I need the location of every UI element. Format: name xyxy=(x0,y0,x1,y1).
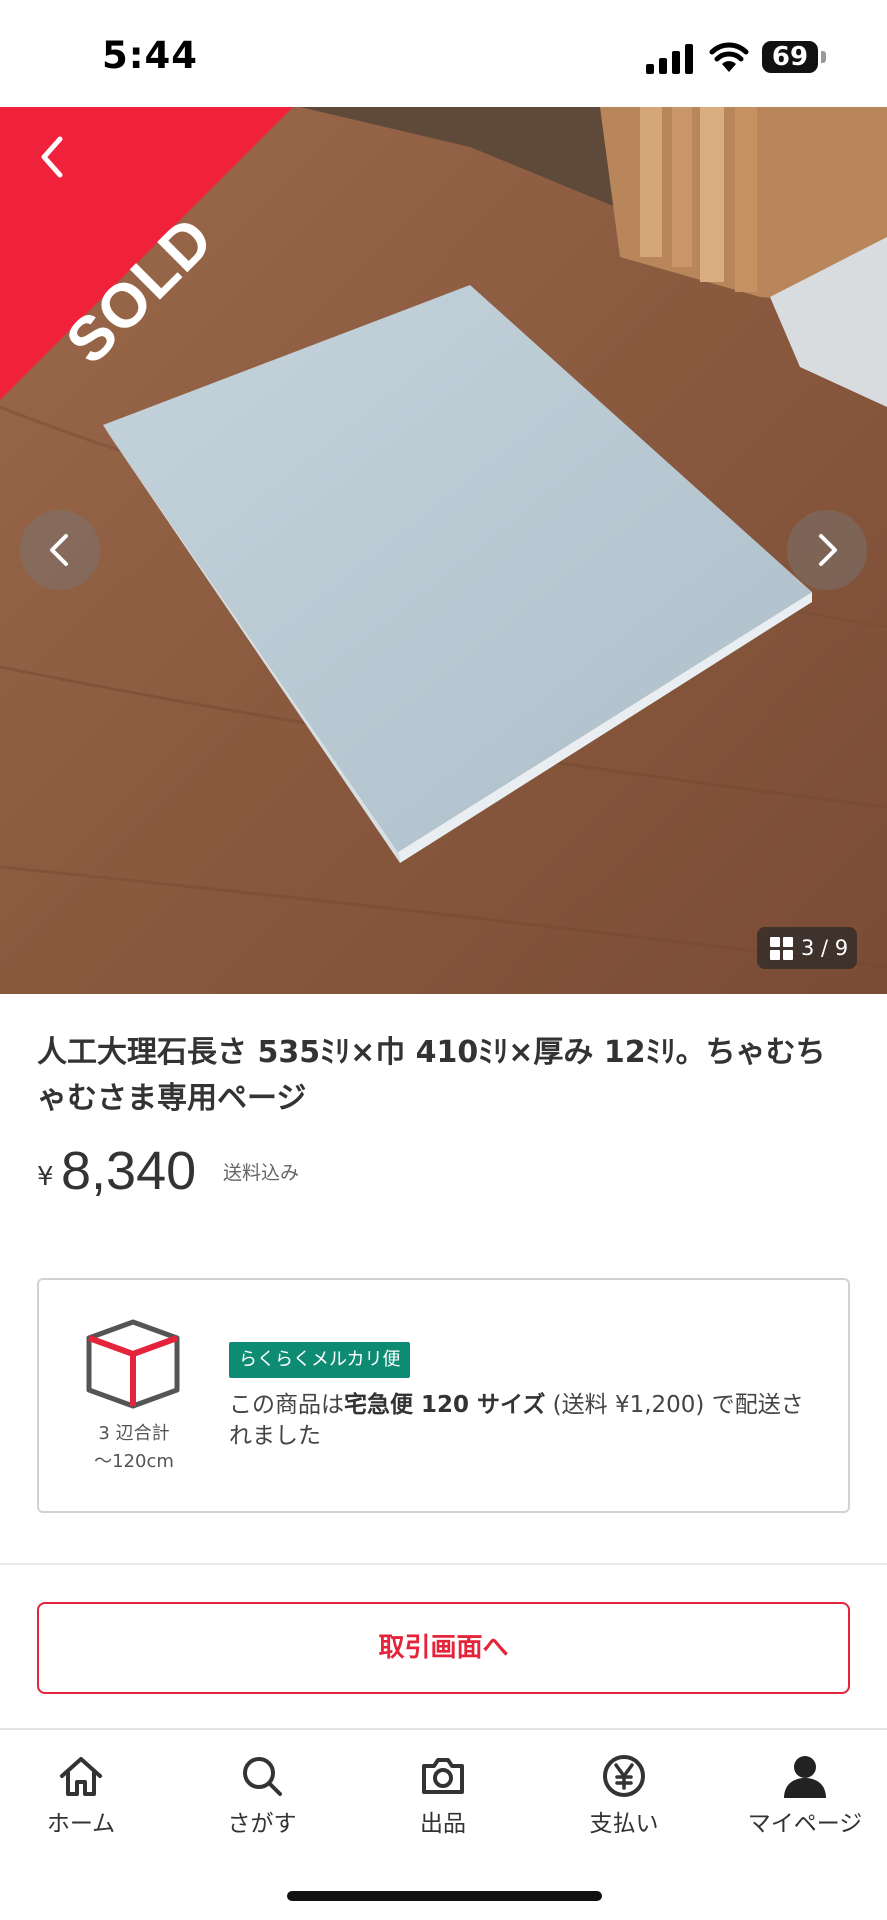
tab-payment[interactable]: 支払い xyxy=(539,1744,709,1854)
home-icon xyxy=(60,1757,102,1796)
item-title: 人工大理石長さ 535ﾐﾘ×巾 410ﾐﾘ×厚み 12ﾐﾘ。ちゃむちゃむさま専用… xyxy=(37,1035,826,1116)
status-time: 5:44 xyxy=(102,34,199,77)
search-icon xyxy=(243,1757,282,1796)
home-indicator xyxy=(287,1891,602,1901)
previous-image-button[interactable] xyxy=(20,510,100,590)
cellular-signal-icon xyxy=(646,44,693,74)
product-image-carousel[interactable]: SOLD 3 / 9 xyxy=(0,107,887,994)
back-button[interactable] xyxy=(22,129,82,189)
box-icon xyxy=(86,1319,180,1409)
next-image-button[interactable] xyxy=(787,510,867,590)
shipping-description: この商品は宅急便 120 サイズ (送料 ¥1,200) で配送されました xyxy=(229,1390,819,1452)
item-price: 8,340 xyxy=(61,1141,197,1201)
tab-mypage[interactable]: マイページ xyxy=(720,1744,887,1854)
image-counter-text: 3 / 9 xyxy=(801,936,849,960)
tab-sell-label: 出品 xyxy=(420,1811,466,1837)
box-caption-line1: 3 辺合計 xyxy=(98,1423,170,1444)
yen-circle-icon xyxy=(603,1755,645,1797)
grid-icon xyxy=(770,937,793,960)
chevron-right-icon xyxy=(819,534,837,566)
box-caption-line2: 〜120cm xyxy=(94,1451,174,1472)
shipping-method-badge: らくらくメルカリ便 xyxy=(229,1342,411,1378)
shipping-size: 宅急便 120 サイズ xyxy=(344,1392,546,1418)
shipping-info-card: 3 辺合計 〜120cm らくらくメルカリ便 この商品は宅急便 120 サイズ … xyxy=(37,1278,850,1513)
camera-icon xyxy=(422,1758,464,1794)
tab-home-label: ホーム xyxy=(46,1811,116,1837)
shipping-included-label: 送料込み xyxy=(223,1162,300,1184)
currency-symbol: ¥ xyxy=(37,1162,54,1192)
divider xyxy=(0,1563,887,1565)
tab-home[interactable]: ホーム xyxy=(0,1744,166,1854)
tab-search[interactable]: さがす xyxy=(177,1744,347,1854)
tab-sell[interactable]: 出品 xyxy=(358,1744,528,1854)
shipping-desc-prefix: この商品は xyxy=(229,1392,344,1418)
battery-indicator: 69 xyxy=(762,41,826,73)
person-icon xyxy=(784,1756,826,1798)
image-counter[interactable]: 3 / 9 xyxy=(757,927,857,969)
go-to-transaction-button[interactable]: 取引画面へ xyxy=(37,1602,850,1694)
tab-mypage-label: マイページ xyxy=(747,1811,863,1837)
tab-search-label: さがす xyxy=(227,1811,297,1837)
status-bar: 5:44 69 xyxy=(0,0,887,107)
chevron-left-icon xyxy=(50,534,68,566)
tab-payment-label: 支払い xyxy=(589,1811,659,1837)
wifi-icon xyxy=(709,42,749,72)
box-size-caption: 3 辺合計 〜120cm xyxy=(69,1420,199,1476)
